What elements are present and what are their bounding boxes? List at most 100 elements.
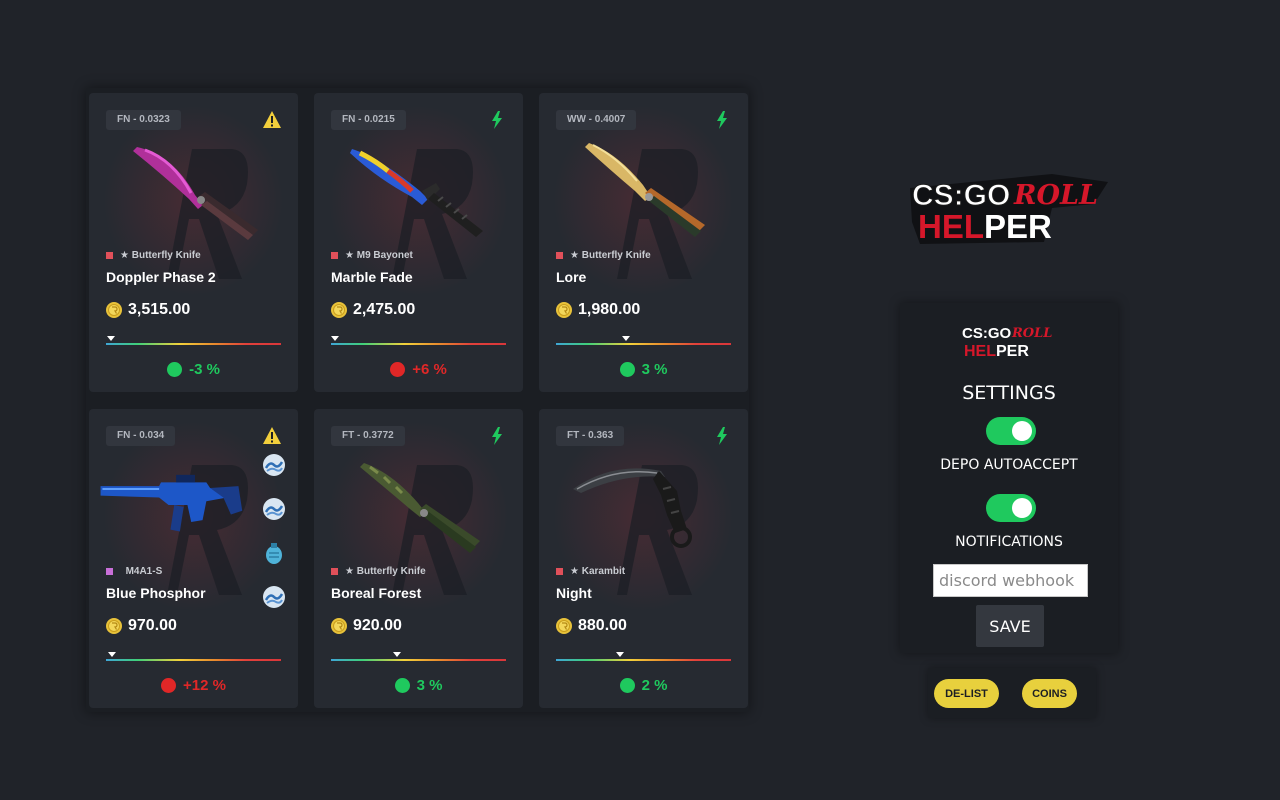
item-type: ★ Butterfly Knife <box>556 250 651 261</box>
coins-button[interactable]: COINS <box>1022 679 1077 708</box>
wave-sticker-icon <box>263 498 285 520</box>
toggle-knob <box>1012 421 1032 441</box>
small-logo-line1: CS:GO <box>962 325 1012 342</box>
notifications-toggle[interactable] <box>986 494 1036 522</box>
float-bar <box>331 343 506 345</box>
wear-badge: FN - 0.034 <box>106 426 176 446</box>
warning-icon <box>263 427 281 444</box>
wear-badge: FN - 0.0215 <box>331 110 406 130</box>
price-row: 920.00 <box>331 617 402 635</box>
toggle-knob <box>1012 498 1032 518</box>
csgoroll-helper-small-logo: CS:GO ROLL HELPER <box>962 325 1052 360</box>
bolt-icon <box>717 111 727 129</box>
discord-webhook-input[interactable] <box>933 564 1088 597</box>
price-row: 2,475.00 <box>331 301 415 319</box>
items-grid: FN - 0.0323 ★ Butterfly Knife Doppler Ph… <box>86 88 749 712</box>
warning-icon <box>263 111 281 128</box>
float-bar <box>556 659 731 661</box>
settings-title: SETTINGS <box>962 382 1056 404</box>
coin-icon <box>556 302 572 318</box>
float-bar <box>331 659 506 661</box>
float-bar <box>106 659 281 661</box>
item-card[interactable]: FN - 0.034 M4A1-S Blue Phosphor 970.00 +… <box>89 409 298 708</box>
coin-icon <box>556 618 572 634</box>
item-name: Marble Fade <box>331 269 413 285</box>
delist-button[interactable]: DE-LIST <box>934 679 999 708</box>
save-button[interactable]: SAVE <box>976 605 1044 647</box>
item-type: ★ Karambit <box>556 566 625 577</box>
item-type: ★ Butterfly Knife <box>331 566 426 577</box>
bolt-icon <box>717 427 727 445</box>
wear-badge: WW - 0.4007 <box>556 110 637 130</box>
item-type: ★ M9 Bayonet <box>331 250 413 261</box>
wave-sticker-icon <box>263 586 285 608</box>
type-dot <box>556 252 563 259</box>
sticker-list <box>262 453 288 629</box>
settings-panel: CS:GO ROLL HELPER SETTINGS DEPO AUTOACCE… <box>900 303 1118 653</box>
wear-badge: FN - 0.0323 <box>106 110 181 130</box>
logo-line2: ROLL <box>1013 180 1098 211</box>
wave-sticker-icon <box>263 454 285 476</box>
item-image <box>100 474 243 532</box>
item-price: 920.00 <box>353 617 402 634</box>
item-card[interactable]: FN - 0.0323 ★ Butterfly Knife Doppler Ph… <box>89 93 298 392</box>
item-name: Boreal Forest <box>331 585 422 601</box>
price-diff: 2 % <box>539 677 748 694</box>
depo-autoaccept-label: DEPO AUTOACCEPT <box>940 457 1078 473</box>
item-card[interactable]: FT - 0.3772 ★ Butterfly Knife Boreal For… <box>314 409 523 708</box>
item-name: Night <box>556 585 592 601</box>
price-diff: -3 % <box>89 361 298 378</box>
diff-dot <box>619 678 635 693</box>
price-row: 3,515.00 <box>106 301 190 319</box>
item-type: ★ Butterfly Knife <box>106 250 201 261</box>
item-image <box>350 149 483 237</box>
price-row: 970.00 <box>106 617 177 635</box>
price-row: 880.00 <box>556 617 627 635</box>
action-bar: DE-LIST COINS <box>928 668 1096 718</box>
float-marker <box>107 336 116 341</box>
type-dot <box>331 252 338 259</box>
diff-dot <box>619 362 635 377</box>
item-card[interactable]: WW - 0.4007 ★ Butterfly Knife Lore 1,980… <box>539 93 748 392</box>
notifications-label: NOTIFICATIONS <box>955 534 1063 550</box>
item-price: 3,515.00 <box>128 301 191 318</box>
small-logo-line2: ROLL <box>1011 326 1052 341</box>
diff-dot <box>167 362 183 377</box>
coin-icon <box>106 302 122 318</box>
type-dot <box>106 252 113 259</box>
float-marker <box>392 652 401 657</box>
type-dot <box>331 568 338 575</box>
csgoroll-helper-logo: CS:GO ROLL HELPER <box>910 174 1108 245</box>
float-bar <box>106 343 281 345</box>
float-marker <box>615 652 624 657</box>
item-image <box>573 468 692 548</box>
item-price: 970.00 <box>128 617 177 634</box>
item-price: 880.00 <box>578 617 627 634</box>
item-image <box>360 463 480 553</box>
float-marker <box>622 336 630 341</box>
item-card[interactable]: FT - 0.363 ★ Karambit Night 880.00 2 % <box>539 409 748 708</box>
item-name: Lore <box>556 269 587 285</box>
bolt-icon <box>492 427 502 445</box>
item-image <box>585 143 705 237</box>
small-logo-line3: HELPER <box>964 343 1029 360</box>
depo-autoaccept-toggle[interactable] <box>986 417 1036 445</box>
coin-icon <box>106 618 122 634</box>
float-marker <box>107 652 116 657</box>
price-diff: 3 % <box>314 677 523 694</box>
price-diff: +6 % <box>314 361 523 378</box>
price-diff: 3 % <box>539 361 748 378</box>
item-type: M4A1-S <box>106 566 162 577</box>
price-row: 1,980.00 <box>556 301 640 319</box>
item-name: Blue Phosphor <box>106 585 206 601</box>
bolt-icon <box>492 111 502 129</box>
item-card[interactable]: FN - 0.0215 ★ M9 Bayonet Marble Fade 2,4… <box>314 93 523 392</box>
wear-badge: FT - 0.363 <box>556 426 625 446</box>
float-bar <box>556 343 731 345</box>
type-dot <box>106 568 113 575</box>
item-price: 2,475.00 <box>353 301 416 318</box>
diff-dot <box>390 362 406 377</box>
grenade-sticker-icon <box>266 543 282 564</box>
logo-line3: HELPER <box>918 208 1052 245</box>
price-diff: +12 % <box>89 677 298 694</box>
